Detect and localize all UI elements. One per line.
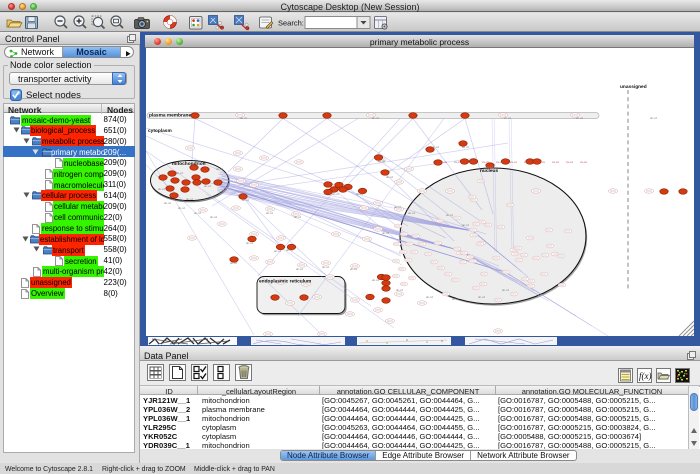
svg-text:ab-cd: ab-cd bbox=[176, 171, 183, 175]
svg-text:ab-cd: ab-cd bbox=[294, 215, 301, 219]
svg-text:ab-cd: ab-cd bbox=[576, 116, 583, 120]
svg-text:ab-cd: ab-cd bbox=[372, 278, 379, 282]
svg-text:ab-cd: ab-cd bbox=[266, 211, 273, 215]
svg-text:Search:: Search: bbox=[278, 19, 304, 28]
svg-text:ab-cd: ab-cd bbox=[332, 192, 339, 196]
svg-text:ab-cd: ab-cd bbox=[322, 265, 329, 269]
svg-text:ab-cd: ab-cd bbox=[186, 197, 193, 201]
svg-text:xx-xx: xx-xx bbox=[552, 160, 559, 164]
svg-text:ab-cd: ab-cd bbox=[356, 192, 363, 196]
svg-text:xx-xx: xx-xx bbox=[566, 160, 573, 164]
svg-text:ab-cd: ab-cd bbox=[242, 198, 249, 202]
svg-text:cytoplasm: cytoplasm bbox=[148, 128, 172, 134]
svg-text:ab-cd: ab-cd bbox=[386, 175, 393, 179]
svg-text:ab-cd: ab-cd bbox=[296, 267, 303, 271]
svg-text:ab-cd: ab-cd bbox=[426, 295, 433, 299]
svg-text:ab-cd: ab-cd bbox=[210, 215, 217, 219]
svg-text:ab-cd: ab-cd bbox=[394, 205, 401, 209]
svg-text:ab-cd: ab-cd bbox=[478, 295, 485, 299]
svg-text:ab-cd: ab-cd bbox=[274, 249, 281, 253]
svg-text:ab-cd: ab-cd bbox=[408, 211, 415, 215]
svg-text:ab-cd: ab-cd bbox=[504, 116, 511, 120]
svg-text:xx-xx: xx-xx bbox=[538, 160, 545, 164]
svg-text:ab-cd: ab-cd bbox=[462, 145, 469, 149]
svg-text:xx-xx: xx-xx bbox=[580, 160, 587, 164]
svg-text:ab-cd: ab-cd bbox=[446, 213, 453, 217]
svg-text:ab-cd: ab-cd bbox=[164, 201, 171, 205]
svg-text:ab-cd: ab-cd bbox=[372, 116, 379, 120]
svg-text:ab-cd: ab-cd bbox=[286, 248, 293, 252]
svg-text:mitochondrion: mitochondrion bbox=[172, 161, 206, 167]
svg-text:ab-cd: ab-cd bbox=[396, 288, 403, 292]
svg-text:ab-cd: ab-cd bbox=[194, 211, 201, 215]
svg-text:xx-xx: xx-xx bbox=[454, 160, 461, 164]
svg-text:ab-cd: ab-cd bbox=[230, 261, 237, 265]
svg-text:endoplasmic reticulum: endoplasmic reticulum bbox=[259, 279, 311, 285]
svg-text:xx-xx: xx-xx bbox=[468, 160, 475, 164]
svg-text:ab-cd: ab-cd bbox=[462, 223, 469, 227]
svg-text:nucleus: nucleus bbox=[480, 168, 498, 174]
svg-text:xx-xx: xx-xx bbox=[510, 160, 517, 164]
svg-text:xx-xx: xx-xx bbox=[440, 160, 447, 164]
svg-text:ab-cd: ab-cd bbox=[240, 116, 247, 120]
svg-text:ab-cd: ab-cd bbox=[178, 206, 185, 210]
svg-text:ab-cd: ab-cd bbox=[204, 184, 211, 188]
svg-text:unassigned: unassigned bbox=[620, 84, 647, 90]
svg-text:ab-cd: ab-cd bbox=[350, 267, 357, 271]
svg-text:f(x): f(x) bbox=[639, 371, 652, 381]
svg-text:ab-cd: ab-cd bbox=[216, 167, 223, 171]
svg-text:ab-cd: ab-cd bbox=[382, 231, 389, 235]
svg-text:xx-xx: xx-xx bbox=[482, 160, 489, 164]
svg-text:xx-xx: xx-xx bbox=[524, 160, 531, 164]
svg-text:ab-cd: ab-cd bbox=[246, 241, 253, 245]
svg-text:ab-cd: ab-cd bbox=[502, 288, 509, 292]
svg-text:plasma membrane: plasma membrane bbox=[149, 113, 191, 119]
svg-text:ab-cd: ab-cd bbox=[158, 187, 165, 191]
svg-text:ab-cd: ab-cd bbox=[452, 297, 459, 301]
svg-text:ab-cd: ab-cd bbox=[650, 116, 657, 120]
svg-text:ab-cd: ab-cd bbox=[378, 159, 385, 163]
svg-text:xx-xx: xx-xx bbox=[496, 160, 503, 164]
svg-text:ab-cd: ab-cd bbox=[432, 145, 439, 149]
